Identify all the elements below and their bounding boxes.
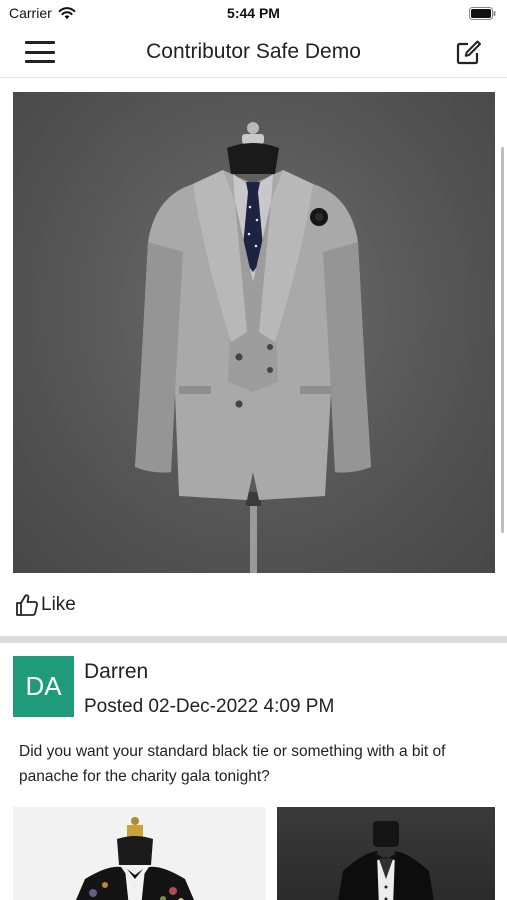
suit-illustration (135, 122, 371, 573)
status-time: 5:44 PM (227, 5, 280, 21)
like-label: Like (41, 594, 76, 615)
like-button[interactable]: Like (14, 592, 76, 618)
battery-icon (469, 7, 496, 20)
avatar[interactable]: DA (13, 656, 74, 717)
feed[interactable]: Like DA Darren Posted 02-Dec-2022 4:09 P… (0, 79, 507, 900)
black-tuxedo-illustration (338, 821, 434, 900)
post-thumbnail-black-tuxedo[interactable] (277, 807, 495, 900)
status-bar: Carrier 5:44 PM (0, 0, 507, 28)
scroll-indicator[interactable] (501, 147, 504, 533)
tuxedo-floral-illustration (76, 817, 194, 900)
thumbs-up-icon (16, 594, 38, 616)
avatar-initials: DA (25, 671, 62, 701)
post-separator (0, 636, 507, 643)
post-author[interactable]: Darren (84, 660, 148, 684)
post-thumbnail-tuxedo-floral[interactable] (13, 807, 266, 900)
compose-icon[interactable] (453, 38, 483, 68)
post-timestamp: Posted 02-Dec-2022 4:09 PM (84, 696, 335, 717)
post-image-suit[interactable] (13, 92, 495, 573)
page-title: Contributor Safe Demo (146, 40, 361, 63)
navigation-bar: Contributor Safe Demo (0, 28, 507, 78)
post-text: Did you want your standard black tie or … (19, 743, 446, 785)
